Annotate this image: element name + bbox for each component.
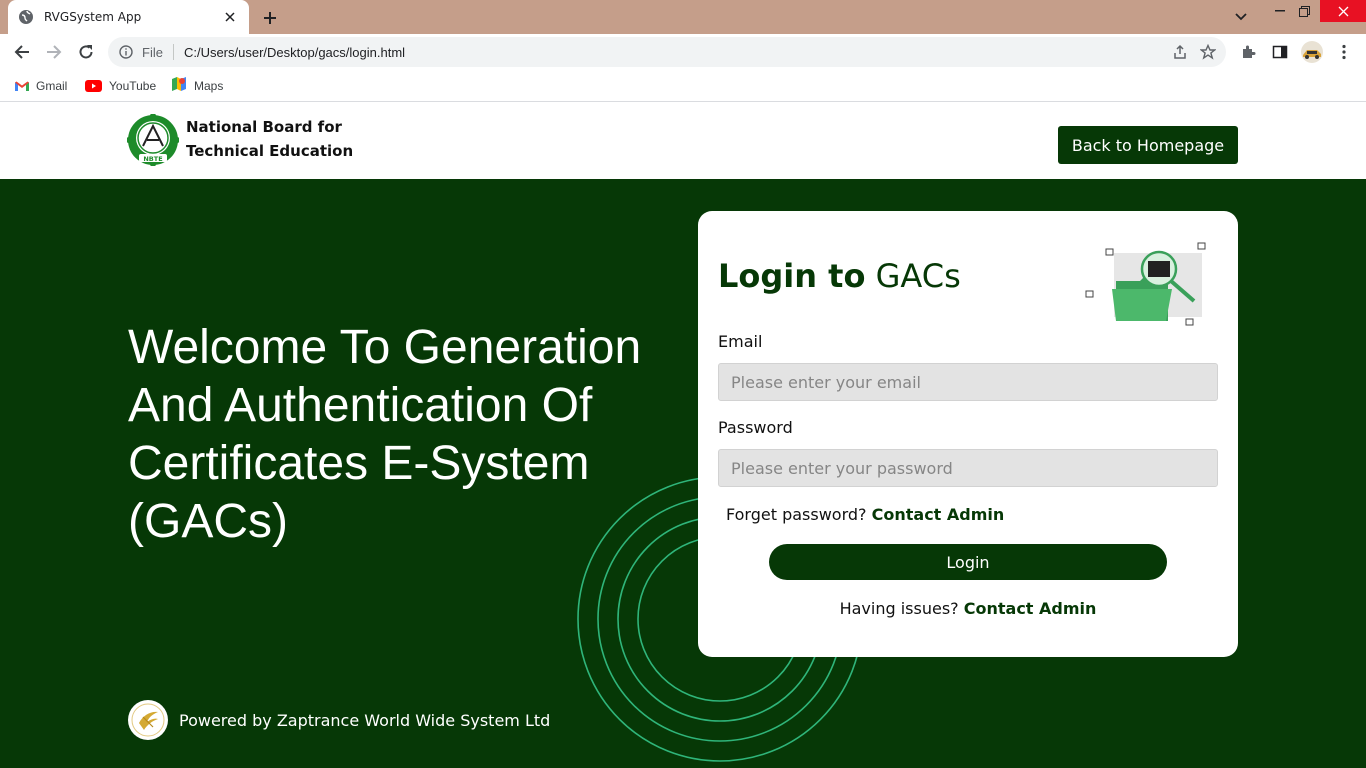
logo-text: NBTE [143,155,162,163]
zaptrance-logo [128,700,168,740]
login-title: Login to GACs [718,257,961,295]
forget-password-text: Forget password? [726,505,867,524]
kebab-menu-icon[interactable] [1330,38,1358,66]
bookmark-label: Gmail [36,79,68,93]
profile-avatar[interactable] [1298,38,1326,66]
back-arrow-icon[interactable] [8,38,36,66]
forward-arrow-icon[interactable] [40,38,68,66]
close-tab-icon[interactable] [221,8,239,26]
browser-tab[interactable]: RVGSystem App [8,0,249,34]
powered-by-text: Powered by Zaptrance World Wide System L… [179,710,551,730]
new-tab-button[interactable] [259,7,281,29]
tab-title: RVGSystem App [44,10,142,24]
hero-section: Welcome To Generation And Authentication… [0,179,1366,768]
bookmark-label: YouTube [109,79,157,93]
info-icon[interactable] [118,44,134,60]
share-icon[interactable] [1166,38,1194,66]
url-scheme-label: File [142,44,163,60]
bookmark-gmail[interactable]: Gmail [15,76,67,96]
powered-by-footer: Powered by Zaptrance World Wide System L… [128,700,550,740]
org-name-line2: Technical Education [186,142,354,160]
browser-tabstrip: RVGSystem App [0,0,1366,34]
browser-toolbar: File C:/Users/user/Desktop/gacs/login.ht… [0,34,1366,70]
having-issues-text: Having issues? [839,599,959,618]
page: NBTE National Board for Technical Educat… [0,103,1366,768]
forget-contact-admin-link[interactable]: Contact Admin [872,505,1005,524]
extensions-puzzle-icon[interactable] [1234,38,1262,66]
globe-icon [18,9,34,25]
close-window-button[interactable] [1320,0,1366,22]
gmail-icon [15,77,29,96]
youtube-icon [85,77,102,96]
omnibox-divider [172,44,174,60]
bookmark-star-icon[interactable] [1194,38,1222,66]
issues-contact-admin-link[interactable]: Contact Admin [964,599,1097,618]
login-button[interactable]: Login [769,544,1167,580]
site-header: NBTE National Board for Technical Educat… [0,103,1366,179]
bookmark-label: Maps [194,79,224,93]
login-card: Login to GACs Email Password Forget p [698,211,1238,657]
back-to-homepage-button[interactable]: Back to Homepage [1058,126,1238,164]
folder-search-illustration [1085,242,1206,326]
email-input[interactable] [718,363,1218,401]
having-issues-line: Having issues? Contact Admin [698,599,1238,618]
nbte-logo[interactable]: NBTE [126,113,180,167]
org-name-line1: National Board for [186,118,342,136]
side-panel-icon[interactable] [1266,38,1294,66]
email-label: Email [718,332,763,351]
reload-icon[interactable] [72,38,100,66]
bookmarks-bar: Gmail YouTube Maps [0,70,1366,102]
forget-password-line: Forget password? Contact Admin [726,505,1004,524]
bookmark-maps[interactable]: Maps [171,76,223,96]
password-label: Password [718,418,793,437]
maps-icon [171,76,187,96]
address-bar[interactable]: File C:/Users/user/Desktop/gacs/login.ht… [108,37,1226,67]
tab-search-chevron-icon[interactable] [1229,6,1253,28]
url-text[interactable]: C:/Users/user/Desktop/gacs/login.html [184,45,1166,60]
login-title-bold: Login to [718,257,866,295]
bookmark-youtube[interactable]: YouTube [85,76,156,96]
login-title-rest: GACs [875,257,961,295]
password-input[interactable] [718,449,1218,487]
welcome-heading: Welcome To Generation And Authentication… [128,321,642,548]
organization-name: National Board for Technical Education [186,115,386,163]
